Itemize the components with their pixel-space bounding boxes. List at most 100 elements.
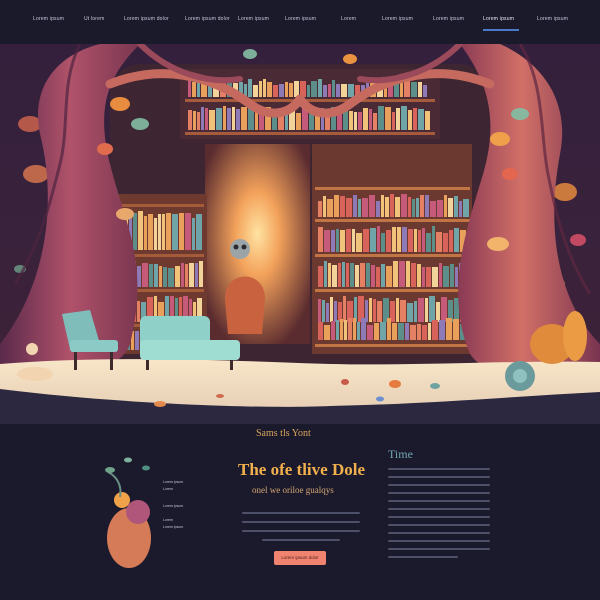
book [189, 263, 194, 287]
book [400, 300, 406, 322]
book [241, 107, 247, 130]
book [373, 299, 376, 322]
book [323, 85, 327, 97]
book [437, 200, 443, 217]
book [358, 199, 361, 217]
book [396, 298, 399, 322]
mini-label-2: Lorem [163, 487, 173, 491]
nav-item-4[interactable]: Lorem ipsum dolor [185, 16, 230, 22]
nav-item-3[interactable]: Lorem ipsum dolor [124, 16, 169, 22]
book [342, 262, 345, 287]
book [386, 230, 391, 252]
book [267, 82, 272, 97]
nav-item-10[interactable]: Lorem ipsum [483, 16, 514, 22]
book [318, 201, 322, 217]
book [350, 263, 354, 287]
book [336, 229, 339, 252]
book [376, 201, 380, 217]
book [357, 322, 360, 340]
book [168, 268, 174, 287]
book [454, 298, 459, 322]
book [144, 216, 147, 250]
book [227, 108, 231, 130]
book [422, 228, 425, 252]
nav-item-11[interactable]: Lorem ipsum [537, 16, 568, 22]
mini-label-5: Lorem ipsum [163, 525, 184, 529]
book [393, 261, 398, 287]
library-tree-illustration [0, 44, 600, 424]
book [322, 300, 325, 322]
book [346, 229, 351, 252]
content-section: Lorem ipsum Lorem Lorem ipsum Lorem Lore… [0, 424, 600, 600]
book [400, 83, 403, 97]
nav-item-5[interactable]: Lorem ipsum [238, 16, 269, 22]
book [163, 267, 167, 287]
cta-button[interactable]: Lorem ipsum dolor [274, 551, 326, 565]
book [426, 267, 431, 287]
book [463, 199, 469, 217]
book [294, 81, 299, 97]
book [236, 109, 240, 130]
book [148, 214, 153, 250]
book [414, 301, 417, 322]
book [432, 226, 435, 252]
book [408, 197, 411, 217]
book [356, 233, 362, 252]
book [367, 325, 373, 340]
book [459, 201, 462, 217]
book [209, 110, 215, 130]
book [420, 195, 424, 217]
book [405, 323, 409, 340]
book [205, 108, 208, 130]
book [385, 107, 391, 130]
book [188, 79, 191, 97]
book [138, 211, 143, 250]
book [449, 230, 453, 252]
book [216, 108, 222, 130]
book [366, 263, 370, 287]
headline: The ofe tlive Dole [238, 460, 365, 479]
book [414, 229, 417, 252]
book [324, 230, 330, 252]
book [149, 264, 153, 287]
book [331, 230, 335, 252]
book [376, 267, 380, 287]
pot-creature-illustration [105, 457, 151, 568]
nav-item-1[interactable]: Lorem ipsum [33, 16, 64, 22]
book [413, 108, 417, 130]
book [422, 267, 425, 287]
book [377, 301, 382, 322]
book [397, 227, 401, 252]
nav-item-2[interactable]: Ut lorem [84, 16, 105, 22]
book [373, 113, 377, 130]
book [142, 263, 148, 287]
nav-item-7[interactable]: Lorem [341, 16, 356, 22]
book [334, 301, 337, 322]
book [199, 261, 203, 287]
book [380, 322, 386, 340]
nav-item-6[interactable]: Lorem ipsum [285, 16, 316, 22]
book [196, 214, 202, 250]
book [197, 112, 200, 130]
book [387, 318, 391, 340]
book [279, 84, 284, 97]
nav-item-8[interactable]: Lorem ipsum [382, 16, 413, 22]
book [369, 298, 372, 322]
book [408, 229, 413, 252]
book [448, 198, 453, 217]
book [361, 318, 366, 340]
book [307, 85, 310, 97]
book [455, 267, 458, 287]
nav-item-9[interactable]: Lorem ipsum [433, 16, 464, 22]
book [336, 320, 339, 340]
book [392, 112, 395, 130]
book [363, 229, 369, 252]
book [195, 263, 198, 287]
book [450, 264, 454, 287]
book [137, 301, 140, 322]
book [432, 320, 438, 340]
book [453, 319, 459, 340]
book [318, 299, 321, 322]
book [324, 325, 330, 340]
book [344, 320, 347, 340]
